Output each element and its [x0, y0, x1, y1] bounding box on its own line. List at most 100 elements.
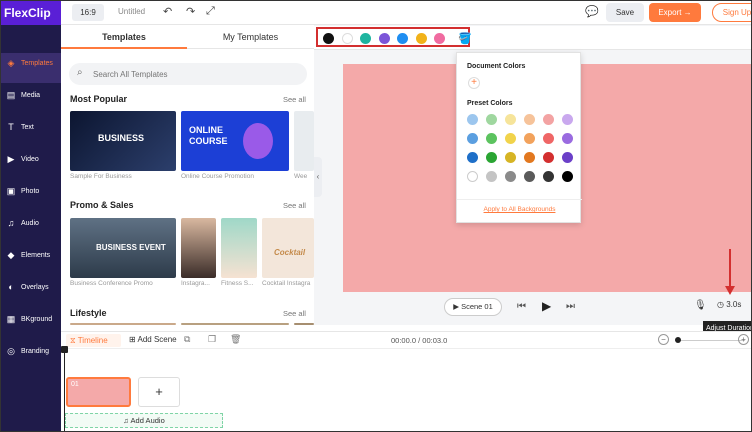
export-button[interactable]: Export → [649, 3, 701, 22]
see-all-link[interactable]: See all [283, 201, 306, 210]
delete-icon[interactable]: 🗑 [230, 334, 241, 345]
sidebar-item-label: Elements [21, 252, 51, 259]
preset-color-swatch[interactable] [486, 114, 497, 125]
template-thumb-lifestyle[interactable] [294, 323, 314, 325]
preset-color-swatch[interactable] [543, 171, 554, 182]
preset-color-swatch[interactable] [467, 133, 478, 144]
add-clip-button[interactable]: + [138, 377, 180, 407]
previous-icon[interactable]: ⏮ [517, 301, 526, 312]
preset-color-swatch[interactable] [562, 114, 573, 125]
scene-selector[interactable]: ▶ Scene 01 [444, 298, 502, 316]
text-icon: T [8, 122, 14, 132]
sidebar-item-media[interactable]: ▤ Media [1, 85, 61, 115]
preset-color-swatch[interactable] [543, 133, 554, 144]
sidebar-item-video[interactable]: ▶ Video [1, 149, 61, 179]
see-all-link[interactable]: See all [283, 95, 306, 104]
media-icon: ▤ [6, 90, 16, 100]
color-swatch[interactable] [378, 33, 390, 44]
template-thumb-online-course[interactable]: ONLINE COURSE [181, 111, 289, 171]
microphone-icon[interactable]: 🎙 [694, 300, 707, 311]
preset-color-swatch[interactable] [467, 114, 478, 125]
preset-color-swatch[interactable] [524, 114, 535, 125]
color-swatch[interactable] [360, 33, 371, 44]
thumb-text: Cocktail [274, 248, 306, 257]
tab-templates[interactable]: Templates [61, 25, 187, 49]
save-button[interactable]: Save [606, 3, 644, 22]
preset-color-swatch[interactable] [562, 152, 573, 163]
video-icon: ▶ [7, 154, 15, 164]
template-thumb-partial[interactable] [294, 111, 314, 171]
color-swatch[interactable] [415, 33, 427, 44]
color-swatch[interactable] [341, 33, 353, 44]
preset-color-swatch[interactable] [505, 152, 516, 163]
search-bar[interactable]: ⌕ [69, 63, 307, 85]
color-swatch[interactable] [434, 33, 445, 44]
zoom-slider[interactable] [675, 340, 745, 341]
duration-button[interactable]: ◷ 3.0s [717, 300, 741, 309]
template-thumb-lifestyle[interactable] [70, 323, 176, 325]
zoom-out-icon[interactable]: − [658, 334, 669, 345]
template-thumb-business[interactable]: BUSINESS [70, 111, 176, 171]
undo-icon[interactable]: ↶ [163, 5, 172, 18]
feedback-icon[interactable]: 💬 [585, 5, 599, 18]
preset-color-swatch[interactable] [524, 133, 535, 144]
paint-bucket-icon[interactable]: 🪣 [458, 32, 472, 45]
preset-color-swatch[interactable] [543, 152, 554, 163]
add-color-button[interactable]: + [468, 77, 480, 89]
collapse-panel-icon[interactable]: ‹ [314, 157, 322, 197]
add-audio-button[interactable]: ♫ Add Audio [65, 413, 223, 428]
sidebar-item-overlays[interactable]: ◐ Overlays [1, 277, 61, 307]
tab-my-templates[interactable]: My Templates [187, 25, 314, 49]
duplicate-icon[interactable]: ❐ [208, 334, 216, 345]
preset-color-swatch[interactable] [505, 171, 516, 182]
play-icon[interactable]: ▶ [542, 299, 551, 313]
template-caption: Cocktail Instagra [262, 280, 311, 287]
preset-color-swatch[interactable] [562, 171, 573, 182]
zoom-in-icon[interactable]: + [738, 334, 749, 345]
sign-up-button[interactable]: Sign Up [712, 3, 751, 22]
playback-time: 00:00.0 / 00:03.0 [391, 336, 448, 345]
scene-clip[interactable]: 01 [66, 377, 131, 407]
sidebar-item-branding[interactable]: ◎ Branding [1, 341, 61, 371]
sidebar-item-text[interactable]: T Text [1, 117, 61, 147]
next-icon[interactable]: ⏭ [566, 301, 575, 312]
preset-color-swatch[interactable] [467, 152, 478, 163]
zoom-slider-knob[interactable] [675, 337, 681, 343]
color-swatch[interactable] [397, 33, 408, 44]
preset-color-swatch[interactable] [524, 171, 535, 182]
sidebar-item-audio[interactable]: ♫ Audio [1, 213, 61, 243]
add-scene-button[interactable]: ⊞ Add Scene [129, 335, 177, 344]
preset-color-swatch[interactable] [467, 171, 478, 182]
preset-color-swatch[interactable] [505, 114, 516, 125]
clock-icon: ◷ [717, 300, 724, 309]
apply-to-all-backgrounds-link[interactable]: Apply to All Backgrounds [457, 206, 582, 213]
sidebar-item-elements[interactable]: ◆ Elements [1, 245, 61, 275]
preset-color-swatch[interactable] [524, 152, 535, 163]
color-swatch[interactable] [323, 33, 334, 44]
aspect-ratio-button[interactable]: 16:9 [72, 4, 104, 21]
fullscreen-icon[interactable]: ⤢ [206, 5, 215, 18]
template-thumb-instagram[interactable] [181, 218, 216, 278]
sidebar-item-bkground[interactable]: ▦ BKground [1, 309, 61, 339]
sidebar-item-templates[interactable]: ◈ Templates [1, 53, 61, 83]
preset-color-swatch[interactable] [486, 171, 497, 182]
templates-panel: Templates My Templates ⌕ Most Popular Se… [61, 25, 314, 325]
split-icon[interactable]: ⧉ [184, 334, 190, 345]
project-title[interactable]: Untitled [118, 7, 145, 16]
preset-color-swatch[interactable] [486, 152, 497, 163]
sidebar-item-photo[interactable]: ▣ Photo [1, 181, 61, 211]
preset-color-swatch[interactable] [543, 114, 554, 125]
see-all-link[interactable]: See all [283, 309, 306, 318]
search-input[interactable] [93, 67, 293, 81]
template-thumb-business-event[interactable]: BUSINESS EVENT [70, 218, 176, 278]
template-thumb-fitness[interactable] [221, 218, 257, 278]
preset-color-swatch[interactable] [486, 133, 497, 144]
preset-color-swatch[interactable] [562, 133, 573, 144]
template-thumb-lifestyle[interactable] [181, 323, 289, 325]
timeline-toggle[interactable]: ⧖ Timeline [66, 334, 121, 347]
playhead-handle[interactable] [61, 346, 68, 353]
redo-icon[interactable]: ↷ [186, 5, 195, 18]
preset-color-swatch[interactable] [505, 133, 516, 144]
template-caption: Sample For Business [70, 173, 132, 180]
template-thumb-cocktail[interactable]: Cocktail [262, 218, 314, 278]
